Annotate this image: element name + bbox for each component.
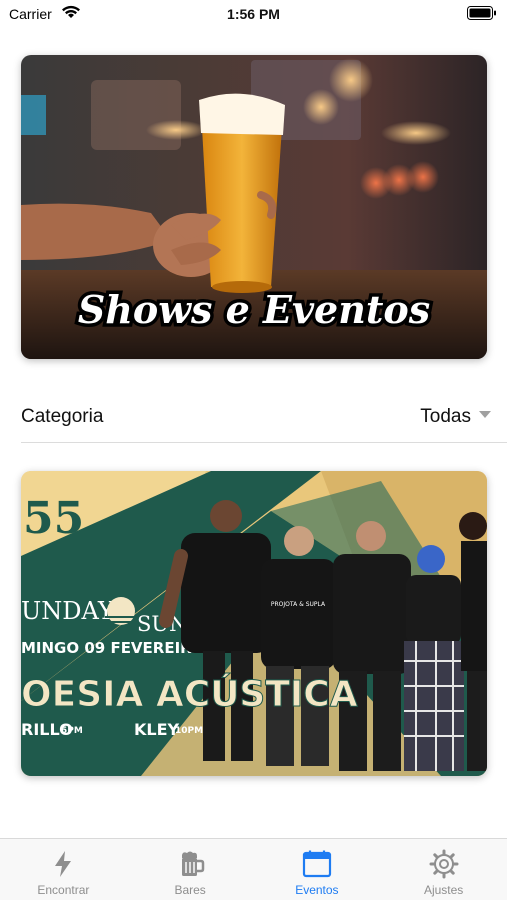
calendar-icon [302, 850, 331, 878]
tab-label-eventos: Eventos [295, 883, 339, 897]
poster-sunday: UNDAY [21, 597, 115, 625]
category-dropdown[interactable]: Todas [420, 404, 491, 430]
event-poster: 55 UNDAY SUNSET MINGO 09 FEVEREIRO 5PM P… [21, 471, 487, 776]
chevron-down-icon [479, 411, 491, 418]
poster-shirt-text: PROJOTA & SUPLA [271, 601, 326, 608]
clock: 1:56 PM [227, 6, 280, 22]
poster-artist-left-time: 5PM [61, 726, 83, 736]
tab-label-ajustes: Ajustes [423, 883, 464, 897]
tab-encontrar[interactable]: Encontrar [0, 839, 127, 900]
divider [21, 442, 507, 443]
tab-label-bares: Bares [174, 883, 206, 897]
poster-headline: OESIA ACÚSTICA [21, 673, 358, 715]
poster-artist-right: KLEY [134, 720, 180, 739]
tab-label-encontrar: Encontrar [37, 883, 90, 897]
poster-artist-right-time: 10PM [175, 726, 203, 736]
category-selected-value: Todas [420, 406, 471, 427]
event-card[interactable]: 55 UNDAY SUNSET MINGO 09 FEVEREIRO 5PM P… [21, 471, 487, 776]
hero-image: Shows e Eventos [21, 55, 487, 359]
tab-eventos[interactable]: Eventos [254, 839, 381, 900]
hero-banner[interactable]: Shows e Eventos [21, 55, 487, 359]
battery-icon [467, 6, 496, 20]
category-label: Categoria [21, 406, 104, 427]
hero-title: Shows e Eventos [78, 287, 430, 332]
category-filter-row: Categoria Todas [21, 398, 491, 438]
tab-ajustes[interactable]: Ajustes [380, 839, 507, 900]
tab-bares[interactable]: Bares [127, 839, 254, 900]
lightning-icon [55, 851, 72, 877]
beer-mug-icon [182, 851, 205, 876]
tab-bar: Encontrar Bares Eventos Ajustes [0, 838, 507, 900]
status-bar: Carrier 1:56 PM [0, 0, 507, 30]
poster-number: 55 [23, 493, 84, 544]
gear-icon [429, 849, 459, 879]
